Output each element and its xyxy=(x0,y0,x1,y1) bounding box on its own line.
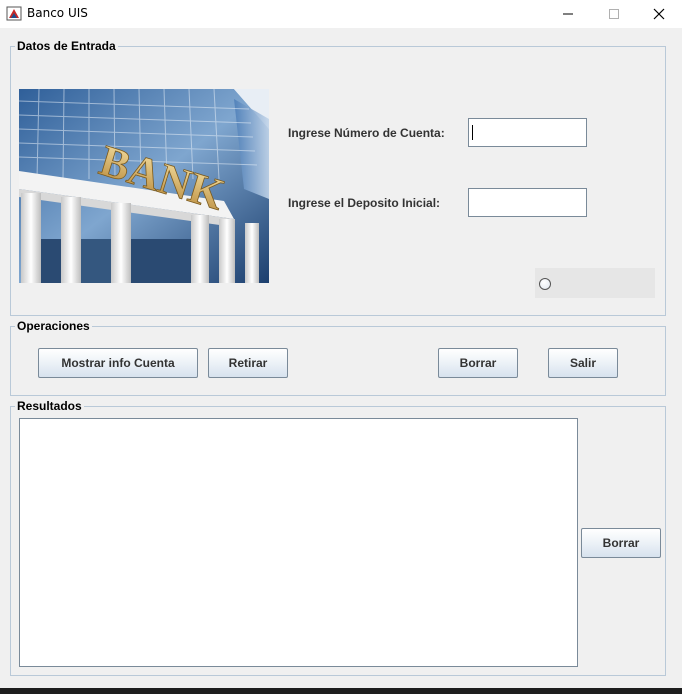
withdraw-button[interactable]: Retirar xyxy=(208,348,288,378)
results-textarea[interactable] xyxy=(19,418,578,667)
taskbar-edge xyxy=(0,688,682,694)
operaciones-panel: Operaciones Mostrar info Cuenta Retirar … xyxy=(10,319,666,396)
exit-button[interactable]: Salir xyxy=(548,348,618,378)
account-number-input[interactable] xyxy=(468,118,587,147)
initial-deposit-label: Ingrese el Deposito Inicial: xyxy=(288,196,441,210)
bank-building-image: BANK xyxy=(19,89,269,283)
maximize-button[interactable] xyxy=(591,0,637,28)
minimize-icon xyxy=(563,13,573,15)
minimize-button[interactable] xyxy=(545,0,591,28)
maximize-icon xyxy=(609,9,619,19)
text-caret xyxy=(472,125,473,140)
java-app-icon xyxy=(6,6,22,21)
operaciones-title: Operaciones xyxy=(15,319,92,333)
show-account-info-button[interactable]: Mostrar info Cuenta xyxy=(38,348,198,378)
window-title: Banco UIS xyxy=(27,6,88,20)
close-button[interactable] xyxy=(636,0,682,28)
account-number-label: Ingrese Número de Cuenta: xyxy=(288,126,445,140)
resultados-title: Resultados xyxy=(15,399,84,413)
window-content: Datos de Entrada BANK Ingrese Número de … xyxy=(0,28,682,688)
clear-results-button[interactable]: Borrar xyxy=(581,528,661,558)
close-icon xyxy=(653,8,665,20)
datos-entrada-title: Datos de Entrada xyxy=(15,39,118,53)
datos-entrada-panel: Datos de Entrada BANK Ingrese Número de … xyxy=(10,39,666,316)
radio-button-panel xyxy=(535,268,655,298)
title-bar: Banco UIS xyxy=(0,0,682,28)
clear-button[interactable]: Borrar xyxy=(438,348,518,378)
initial-deposit-input[interactable] xyxy=(468,188,587,217)
radio-button[interactable] xyxy=(539,278,551,290)
resultados-panel: Resultados Borrar xyxy=(10,399,666,676)
